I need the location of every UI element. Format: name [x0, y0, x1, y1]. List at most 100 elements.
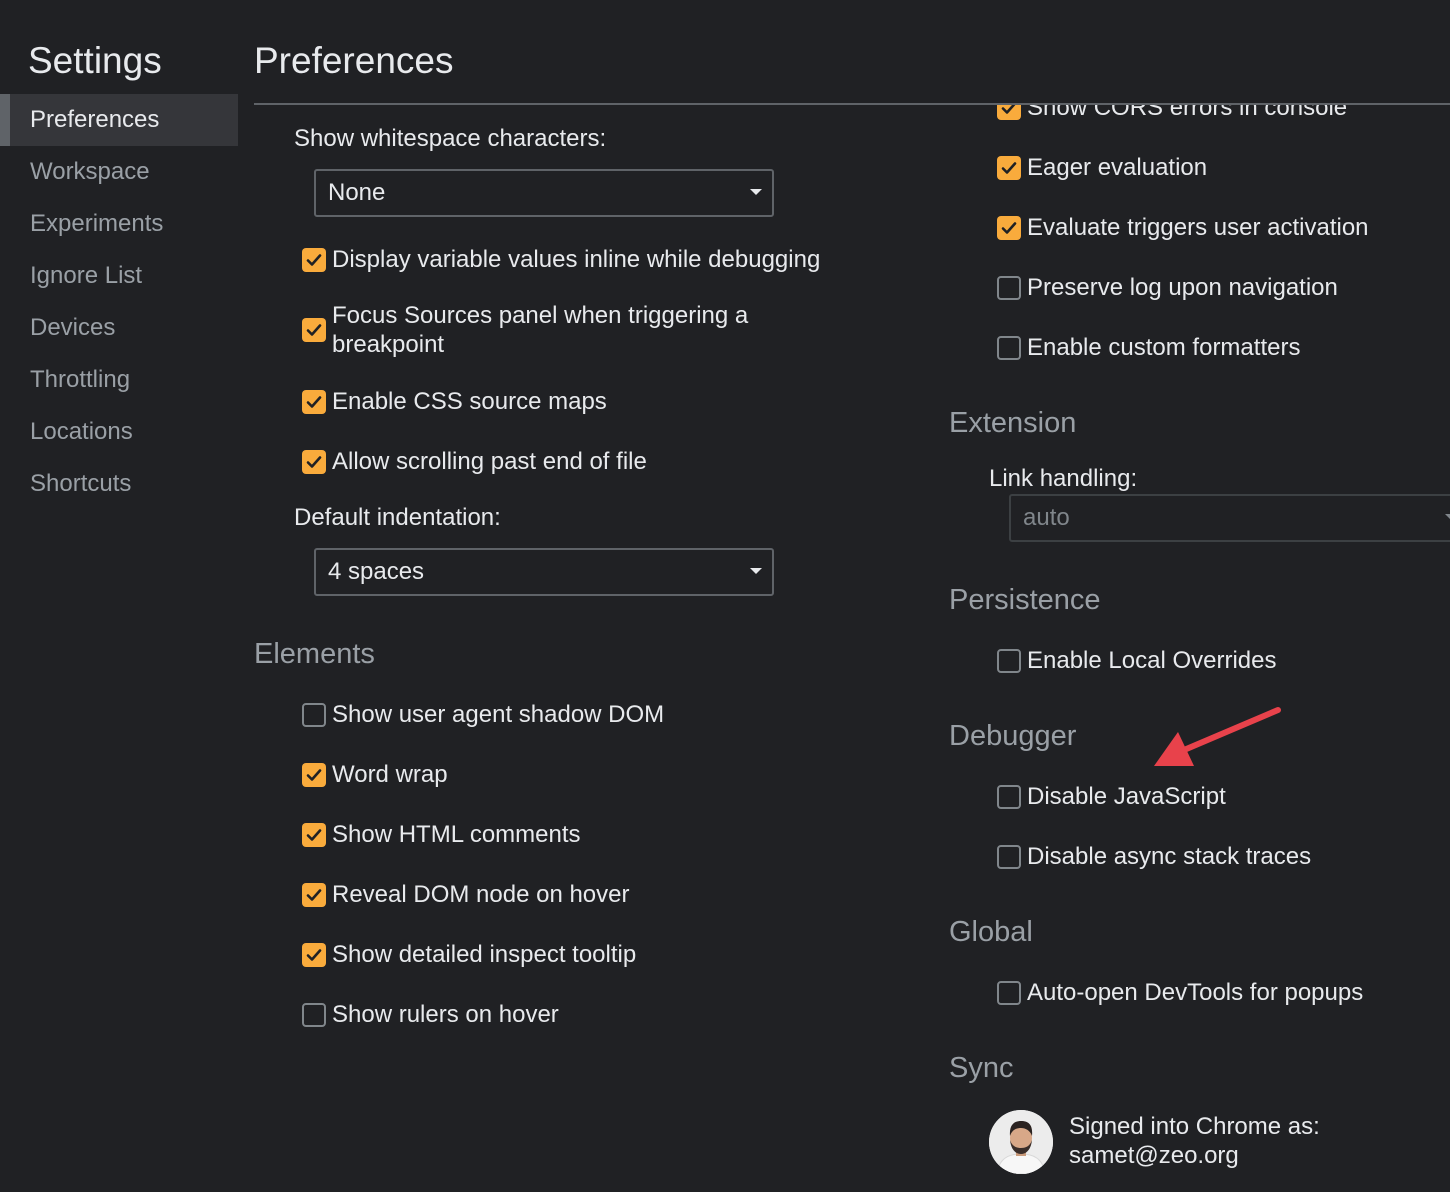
- checkbox-box[interactable]: [302, 1002, 326, 1027]
- chevron-down-icon: [750, 568, 762, 574]
- user-avatar-icon: [989, 1110, 1053, 1174]
- checkbox-rulers-on-hover[interactable]: Show rulers on hover: [302, 1000, 559, 1029]
- checkbox-box[interactable]: [997, 784, 1021, 809]
- section-heading-persistence: Persistence: [949, 584, 1101, 616]
- link-handling-select-value: auto: [1023, 504, 1070, 531]
- checkmark-icon: [1001, 221, 1017, 234]
- checkbox-box[interactable]: [997, 980, 1021, 1005]
- chevron-down-icon: [750, 189, 762, 195]
- sync-signed-in-label: Signed into Chrome as:: [1069, 1113, 1320, 1140]
- checkmark-icon: [306, 768, 322, 781]
- sidebar-item-preferences[interactable]: Preferences: [0, 94, 238, 146]
- indentation-label: Default indentation:: [294, 504, 501, 531]
- checkbox-box[interactable]: [302, 882, 326, 907]
- checkbox-label: Disable async stack traces: [1027, 843, 1312, 870]
- checkbox-auto-open-devtools[interactable]: Auto-open DevTools for popups: [997, 978, 1363, 1007]
- checkbox-label: Enable Local Overrides: [1027, 647, 1277, 674]
- checkmark-icon: [306, 324, 322, 336]
- checkbox-user-agent-shadow-dom[interactable]: Show user agent shadow DOM: [302, 700, 664, 729]
- checkbox-display-variable-values[interactable]: Display variable values inline while deb…: [302, 245, 820, 274]
- checkbox-box[interactable]: [997, 844, 1021, 869]
- checkbox-evaluate-user-activation[interactable]: Evaluate triggers user activation: [997, 213, 1369, 242]
- checkbox-label: Show user agent shadow DOM: [332, 701, 665, 728]
- checkbox-label: Show detailed inspect tooltip: [332, 941, 637, 968]
- checkbox-focus-sources-panel[interactable]: Focus Sources panel when triggering a br…: [302, 301, 802, 359]
- checkbox-cors-errors[interactable]: Show CORS errors in console: [997, 105, 1347, 122]
- checkbox-label: Reveal DOM node on hover: [332, 881, 630, 908]
- section-heading-extension: Extension: [949, 407, 1077, 439]
- checkmark-icon: [306, 395, 322, 408]
- sidebar-item-locations[interactable]: Locations: [0, 406, 238, 458]
- checkbox-local-overrides[interactable]: Enable Local Overrides: [997, 646, 1276, 675]
- checkbox-box[interactable]: [997, 648, 1021, 673]
- checkbox-scroll-past-end[interactable]: Allow scrolling past end of file: [302, 447, 647, 476]
- page-title: Preferences: [254, 40, 454, 81]
- sidebar-item-throttling[interactable]: Throttling: [0, 354, 238, 406]
- checkbox-word-wrap[interactable]: Word wrap: [302, 760, 448, 789]
- red-arrow-icon: [1154, 707, 1281, 766]
- checkbox-label: Eager evaluation: [1027, 154, 1208, 181]
- link-handling-label: Link handling:: [989, 465, 1138, 492]
- checkbox-label: Show HTML comments: [332, 821, 581, 848]
- checkbox-detailed-inspect-tooltip[interactable]: Show detailed inspect tooltip: [302, 940, 636, 969]
- avatar: [989, 1110, 1053, 1174]
- checkmark-icon: [306, 948, 322, 961]
- checkbox-label: Enable CSS source maps: [332, 388, 607, 415]
- sidebar-item-devices[interactable]: Devices: [0, 302, 238, 354]
- settings-title: Settings: [28, 40, 162, 81]
- checkbox-label: Allow scrolling past end of file: [332, 448, 647, 475]
- whitespace-select[interactable]: None: [314, 169, 774, 217]
- checkbox-disable-async-stack-traces[interactable]: Disable async stack traces: [997, 842, 1311, 871]
- checkbox-eager-evaluation[interactable]: Eager evaluation: [997, 153, 1207, 182]
- checkbox-box[interactable]: [997, 275, 1021, 300]
- checkmark-icon: [1001, 161, 1017, 174]
- checkbox-box[interactable]: [997, 215, 1021, 240]
- section-heading-global: Global: [949, 916, 1033, 948]
- checkbox-label: Enable custom formatters: [1027, 334, 1301, 361]
- checkbox-box[interactable]: [302, 247, 326, 272]
- whitespace-select-value: None: [328, 179, 386, 206]
- sidebar-item-ignore-list[interactable]: Ignore List: [0, 250, 238, 302]
- checkbox-css-source-maps[interactable]: Enable CSS source maps: [302, 387, 607, 416]
- sidebar-item-shortcuts[interactable]: Shortcuts: [0, 458, 238, 510]
- checkbox-disable-javascript[interactable]: Disable JavaScript: [997, 782, 1226, 811]
- section-heading-sync: Sync: [949, 1052, 1014, 1084]
- checkbox-label: Evaluate triggers user activation: [1027, 214, 1369, 241]
- checkbox-box[interactable]: [302, 318, 326, 342]
- checkbox-box[interactable]: [302, 702, 326, 727]
- checkbox-box[interactable]: [302, 822, 326, 847]
- checkbox-reveal-dom-node[interactable]: Reveal DOM node on hover: [302, 880, 630, 909]
- checkbox-label: Auto-open DevTools for popups: [1027, 979, 1364, 1006]
- checkmark-icon: [1001, 105, 1015, 114]
- checkmark-icon: [306, 888, 322, 901]
- checkbox-box[interactable]: [997, 155, 1021, 180]
- checkbox-label: Disable JavaScript: [1027, 783, 1226, 810]
- checkbox-box[interactable]: [997, 335, 1021, 360]
- whitespace-label: Show whitespace characters:: [294, 125, 607, 152]
- checkbox-label: Show rulers on hover: [332, 1001, 559, 1028]
- section-heading-debugger: Debugger: [949, 720, 1077, 752]
- sidebar-item-experiments[interactable]: Experiments: [0, 198, 238, 250]
- checkmark-icon: [306, 253, 322, 266]
- checkbox-label: Word wrap: [332, 761, 448, 788]
- checkbox-label: Display variable values inline while deb…: [332, 246, 821, 273]
- checkbox-box[interactable]: [302, 762, 326, 787]
- link-handling-select: auto: [1009, 494, 1450, 542]
- checkmark-icon: [306, 455, 322, 468]
- sidebar-item-workspace[interactable]: Workspace: [0, 146, 238, 198]
- checkbox-label: Focus Sources panel when triggering a br…: [332, 302, 749, 358]
- preferences-content[interactable]: Show whitespace characters: None Display…: [238, 105, 1450, 1192]
- checkbox-label: Show CORS errors in console: [1027, 105, 1348, 121]
- checkbox-box[interactable]: [302, 389, 326, 414]
- section-heading-elements: Elements: [254, 638, 375, 670]
- checkbox-box[interactable]: [997, 105, 1021, 120]
- indentation-select[interactable]: 4 spaces: [314, 548, 774, 596]
- checkbox-box[interactable]: [302, 449, 326, 474]
- checkbox-preserve-log[interactable]: Preserve log upon navigation: [997, 273, 1338, 302]
- checkbox-html-comments[interactable]: Show HTML comments: [302, 820, 581, 849]
- checkbox-label: Preserve log upon navigation: [1027, 274, 1338, 301]
- checkmark-icon: [306, 828, 322, 841]
- checkbox-custom-formatters[interactable]: Enable custom formatters: [997, 333, 1300, 362]
- chevron-down-icon: [1445, 514, 1450, 520]
- checkbox-box[interactable]: [302, 942, 326, 967]
